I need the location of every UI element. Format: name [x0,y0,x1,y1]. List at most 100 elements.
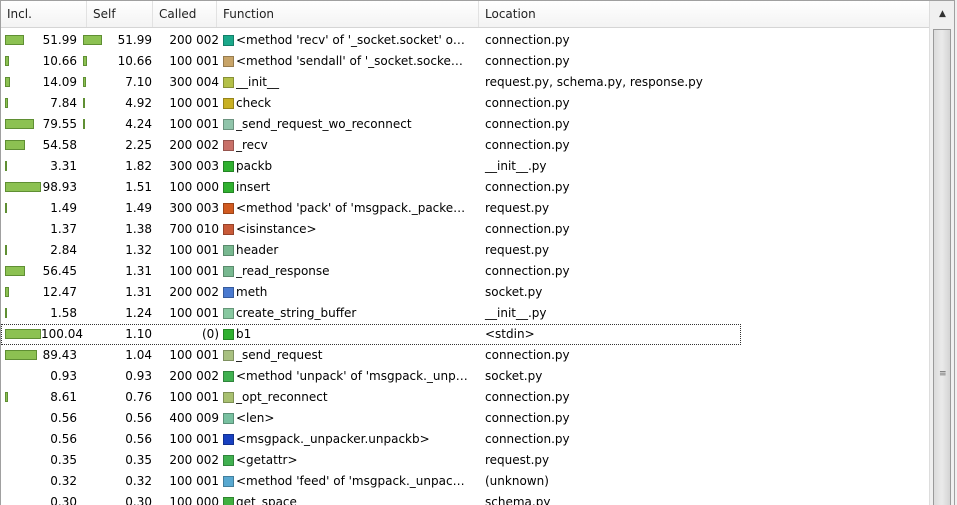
incl-value: 0.93 [50,369,77,383]
table-row[interactable]: 2.84 1.32 100 001 header request.py [1,240,929,261]
column-header-location[interactable]: Location [479,1,929,27]
table-row[interactable]: 51.99 51.99 200 002 <method 'recv' of '_soc… [1,30,929,51]
location-value: __init__.py [485,159,547,173]
vertical-scrollbar[interactable]: ▲ ≡ [929,1,954,505]
incl-bar [5,119,34,129]
self-value: 51.99 [117,33,152,47]
self-value: 1.31 [125,285,152,299]
function-color-icon [223,56,234,67]
incl-bar [5,98,8,108]
table-row[interactable]: 79.55 4.24 100 001 _send_request_wo_reconne… [1,114,929,135]
called-value: 100 001 [169,348,219,362]
column-header-incl[interactable]: Incl. [1,1,87,27]
grip-icon: ≡ [939,369,947,379]
location-value: connection.py [485,432,570,446]
incl-value: 0.56 [50,411,77,425]
function-name: <isinstance> [236,222,317,236]
table-row[interactable]: 0.93 0.93 200 002 <method 'unpack' of 'msgp… [1,366,929,387]
table-row[interactable]: 0.30 0.30 100 000 get_space schema.py [1,492,929,505]
location-value: __init__.py [485,306,547,320]
self-value: 1.04 [125,348,152,362]
called-value: 100 001 [169,432,219,446]
table-row[interactable]: 100.04 1.10 (0) b1 <stdin> [1,324,741,345]
function-color-icon [223,266,234,277]
incl-value: 3.31 [50,159,77,173]
function-name: <method 'unpack' of 'msgpack._unp… [236,369,468,383]
scroll-up-icon[interactable]: ▲ [930,1,954,27]
called-value: 200 002 [169,33,219,47]
self-value: 4.92 [125,96,152,110]
function-name: _recv [236,138,268,152]
function-color-icon [223,413,234,424]
function-name: header [236,243,279,257]
incl-bar [5,350,37,360]
called-value: 400 009 [169,411,219,425]
location-value: request.py [485,453,550,467]
function-name: packb [236,159,273,173]
self-bar [83,77,86,87]
table-row[interactable]: 98.93 1.51 100 000 insert connection.py [1,177,929,198]
table-row[interactable]: 8.61 0.76 100 001 _opt_reconnect connection.… [1,387,929,408]
location-value: connection.py [485,390,570,404]
location-value: connection.py [485,117,570,131]
column-header-self[interactable]: Self [87,1,153,27]
self-value: 1.31 [125,264,152,278]
called-value: 100 000 [169,495,219,505]
table-row[interactable]: 89.43 1.04 100 001 _send_request connection.… [1,345,929,366]
table-row[interactable]: 0.35 0.35 200 002 <getattr> request.py [1,450,929,471]
incl-value: 79.55 [42,117,77,131]
incl-value: 100.04 [41,327,83,341]
incl-value: 12.47 [42,285,77,299]
table-row[interactable]: 1.49 1.49 300 003 <method 'pack' of 'msgpac… [1,198,929,219]
function-name: _send_request [236,348,323,362]
function-name: __init__ [236,75,279,89]
incl-bar [5,161,7,171]
incl-value: 8.61 [50,390,77,404]
incl-bar [5,308,7,318]
incl-value: 56.45 [42,264,77,278]
called-value: (0) [202,327,219,341]
location-value: connection.py [485,411,570,425]
function-color-icon [223,350,234,361]
location-value: connection.py [485,96,570,110]
table-row[interactable]: 1.58 1.24 100 001 create_string_buffer __ini… [1,303,929,324]
self-value: 1.10 [125,327,152,341]
called-value: 100 001 [169,264,219,278]
function-name: <getattr> [236,453,298,467]
called-value: 300 004 [169,75,219,89]
column-header-called[interactable]: Called [153,1,217,27]
table-row[interactable]: 0.32 0.32 100 001 <method 'feed' of 'msgpac… [1,471,929,492]
incl-value: 98.93 [42,180,77,194]
function-color-icon [223,455,234,466]
function-color-icon [223,371,234,382]
function-color-icon [223,287,234,298]
table-row[interactable]: 3.31 1.82 300 003 packb __init__.py [1,156,929,177]
self-value: 10.66 [117,54,152,68]
table-row[interactable]: 54.58 2.25 200 002 _recv connection.py [1,135,929,156]
scrollbar-thumb[interactable]: ≡ [933,29,951,505]
table-row[interactable]: 1.37 1.38 700 010 <isinstance> connection.py [1,219,929,240]
location-value: socket.py [485,285,543,299]
incl-value: 1.58 [50,306,77,320]
rows-container: 51.99 51.99 200 002 <method 'recv' of '_soc… [1,30,929,505]
table-row[interactable]: 12.47 1.31 200 002 meth socket.py [1,282,929,303]
self-value: 0.32 [125,474,152,488]
table-row[interactable]: 0.56 0.56 400 009 <len> connection.py [1,408,929,429]
function-name: _read_response [236,264,330,278]
table-row[interactable]: 56.45 1.31 100 001 _read_response connection… [1,261,929,282]
table-row[interactable]: 7.84 4.92 100 001 check connection.py [1,93,929,114]
self-bar [83,56,87,66]
self-bar [83,98,85,108]
list-header: Incl. Self Called Function Location [1,1,929,28]
function-name: get_space [236,495,297,505]
self-value: 0.30 [125,495,152,505]
incl-bar [5,203,7,213]
called-value: 100 001 [169,306,219,320]
table-row[interactable]: 10.66 10.66 100 001 <method 'sendall' of '_… [1,51,929,72]
incl-value: 1.37 [50,222,77,236]
table-row[interactable]: 14.09 7.10 300 004 __init__ request.py, sche… [1,72,929,93]
incl-bar [5,287,9,297]
self-value: 1.49 [125,201,152,215]
table-row[interactable]: 0.56 0.56 100 001 <msgpack._unpacker.unpack… [1,429,929,450]
column-header-function[interactable]: Function [217,1,479,27]
